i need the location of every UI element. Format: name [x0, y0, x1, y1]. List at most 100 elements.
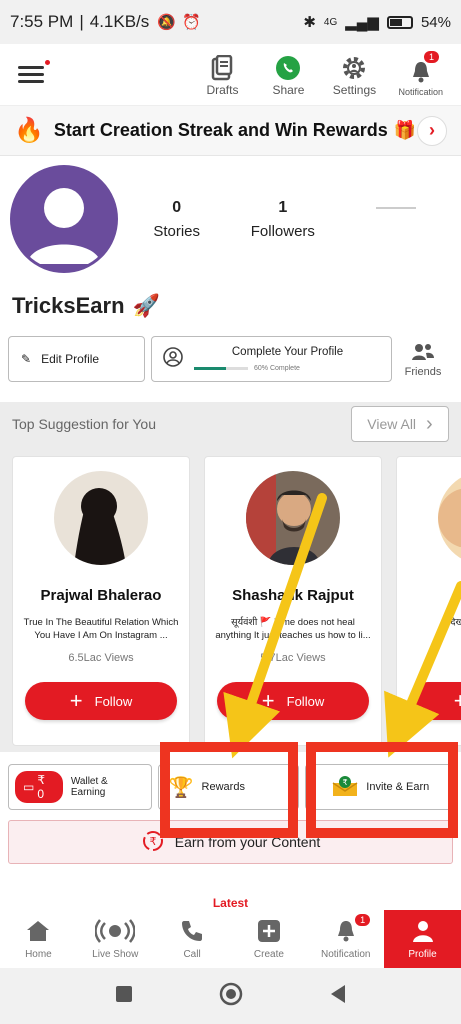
- drafts-label: Drafts: [206, 82, 239, 97]
- third-stat[interactable]: [366, 199, 426, 240]
- gift-icon: 🎁: [393, 120, 417, 140]
- latest-label: Latest: [212, 896, 249, 910]
- notification-button[interactable]: 1 Notification: [398, 50, 443, 97]
- nav-home-label: Home: [25, 948, 52, 960]
- svg-text:₹: ₹: [149, 835, 156, 848]
- complete-profile-button[interactable]: Complete Your Profile 60% Complete: [151, 336, 392, 382]
- profile-progress-bar: [194, 367, 248, 370]
- nav-home[interactable]: Home: [0, 910, 77, 968]
- pencil-icon: ✎: [21, 352, 32, 366]
- edit-profile-label: Edit Profile: [41, 352, 100, 366]
- suggestion-bio: दिखाते हैं जि चलता न: [448, 617, 461, 628]
- top-header: Drafts Share Settings 1 Notification: [0, 44, 461, 106]
- share-button[interactable]: Share: [266, 53, 310, 97]
- avatar[interactable]: [10, 165, 118, 273]
- live-icon: [95, 918, 136, 943]
- recents-button[interactable]: [115, 985, 133, 1008]
- follow-button[interactable]: + Follow: [25, 682, 177, 720]
- plus-icon: +: [261, 688, 275, 713]
- battery-icon: [386, 15, 413, 29]
- suggestion-card[interactable]: Shashank Rajput सूर्यवंशी 🚩 Time does no…: [204, 456, 382, 746]
- mute-icon: 🔕: [157, 14, 176, 31]
- suggestions-title: Top Suggestion for You: [12, 416, 157, 432]
- bottom-nav: Home Live Show Call Create 1 Notificatio…: [0, 910, 461, 968]
- plus-square-icon: [257, 919, 280, 942]
- back-button[interactable]: [329, 984, 347, 1009]
- bluetooth-icon: ✱: [303, 14, 316, 31]
- wallet-icon: ▭: [23, 780, 35, 794]
- suggestion-bio: सूर्यवंशी 🚩 Time does not heal anything …: [215, 617, 371, 641]
- plus-icon: +: [69, 688, 83, 713]
- gear-icon: [341, 53, 367, 83]
- menu-icon[interactable]: [18, 60, 50, 87]
- signal-icon: ▂▄▆: [345, 14, 379, 31]
- alarm-icon: ⏰: [181, 14, 201, 31]
- nav-notification-label: Notification: [320, 948, 371, 960]
- nav-live-show[interactable]: Live Show: [77, 910, 154, 968]
- profile-name-row: TricksEarn 🚀: [0, 282, 461, 330]
- chevron-right-icon: ›: [426, 412, 433, 435]
- friends-icon: [410, 341, 436, 366]
- follow-label: Follow: [286, 693, 325, 709]
- network-type: 4G: [323, 16, 338, 28]
- share-label: Share: [272, 82, 305, 97]
- nav-create-label: Create: [253, 948, 284, 960]
- fire-icon: 🔥: [14, 117, 44, 144]
- nav-create[interactable]: Create: [230, 910, 307, 968]
- settings-label: Settings: [332, 82, 377, 97]
- profile-actions: ✎ Edit Profile Complete Your Profile 60%…: [0, 330, 461, 388]
- wallet-amount-pill: ▭ ₹ 0: [15, 771, 63, 803]
- profile-stats: 0 Stories 1 Followers: [128, 199, 451, 240]
- wallet-label: Wallet & Earning: [70, 776, 108, 798]
- suggestion-cards: Prajwal Bhalerao True In The Beautiful R…: [0, 446, 461, 746]
- plus-icon: +: [453, 688, 461, 713]
- nav-profile[interactable]: Profile: [384, 910, 461, 968]
- highlight-box-rewards: [160, 742, 298, 838]
- view-all-label: View All: [367, 416, 417, 432]
- system-nav-bar: [0, 968, 461, 1024]
- profile-summary: 0 Stories 1 Followers: [0, 156, 461, 282]
- wallet-button[interactable]: ▭ ₹ 0 Wallet & Earning: [8, 764, 152, 810]
- wallet-amount: ₹ 0: [37, 773, 45, 801]
- status-speed: 4.1KB/s: [89, 12, 150, 31]
- suggestion-avatar: [438, 471, 461, 565]
- person-icon: [412, 920, 433, 942]
- nav-call[interactable]: Call: [154, 910, 231, 968]
- friends-button[interactable]: Friends: [398, 341, 448, 378]
- status-time: 7:55 PM: [10, 12, 74, 31]
- notification-badge: 1: [423, 50, 439, 63]
- follow-button[interactable]: + Follow: [409, 682, 461, 720]
- streak-banner[interactable]: 🔥 Start Creation Streak and Win Rewards …: [0, 106, 461, 156]
- nav-live-label: Live Show: [92, 948, 139, 960]
- status-bar: 7:55 PM | 4.1KB/s 🔕 ⏰ ✱ 4G ▂▄▆ 54%: [0, 0, 461, 44]
- view-all-button[interactable]: View All ›: [351, 406, 449, 442]
- suggestion-name: Shashank Rajput: [232, 587, 354, 604]
- status-right: ✱ 4G ▂▄▆ 54%: [303, 13, 451, 32]
- nav-notification[interactable]: 1 Notification: [307, 910, 384, 968]
- settings-button[interactable]: Settings: [332, 53, 376, 97]
- whatsapp-icon: [275, 53, 301, 83]
- suggestion-card[interactable]: R दिखाते हैं जि चलता न 2 + Follow: [396, 456, 461, 746]
- suggestion-card[interactable]: Prajwal Bhalerao True In The Beautiful R…: [12, 456, 190, 746]
- nav-notification-badge: 1: [355, 914, 371, 926]
- suggestion-views: 5.7Lac Views: [260, 652, 326, 664]
- banner-text: Start Creation Streak and Win Rewards: [53, 120, 388, 140]
- nav-profile-label: Profile: [408, 948, 437, 960]
- edit-profile-button[interactable]: ✎ Edit Profile: [8, 336, 145, 382]
- home-button[interactable]: [219, 982, 243, 1011]
- header-actions: Drafts Share Settings 1 Notification: [200, 50, 443, 97]
- drafts-button[interactable]: Drafts: [200, 53, 244, 97]
- home-icon: [27, 920, 50, 941]
- followers-count: 1: [278, 198, 288, 216]
- suggestions-section: Top Suggestion for You View All › Prajwa…: [0, 402, 461, 752]
- stories-stat[interactable]: 0 Stories: [153, 199, 200, 240]
- profile-progress-label: 60% Complete: [254, 365, 300, 372]
- profile-name: TricksEarn: [12, 293, 125, 318]
- follow-button[interactable]: + Follow: [217, 682, 369, 720]
- stories-label: Stories: [153, 222, 201, 240]
- chevron-right-icon[interactable]: ›: [417, 115, 447, 146]
- status-separator: |: [79, 12, 84, 31]
- battery-level: 54%: [420, 13, 451, 31]
- followers-stat[interactable]: 1 Followers: [251, 199, 315, 240]
- suggestion-bio: True In The Beautiful Relation Which You…: [23, 617, 179, 641]
